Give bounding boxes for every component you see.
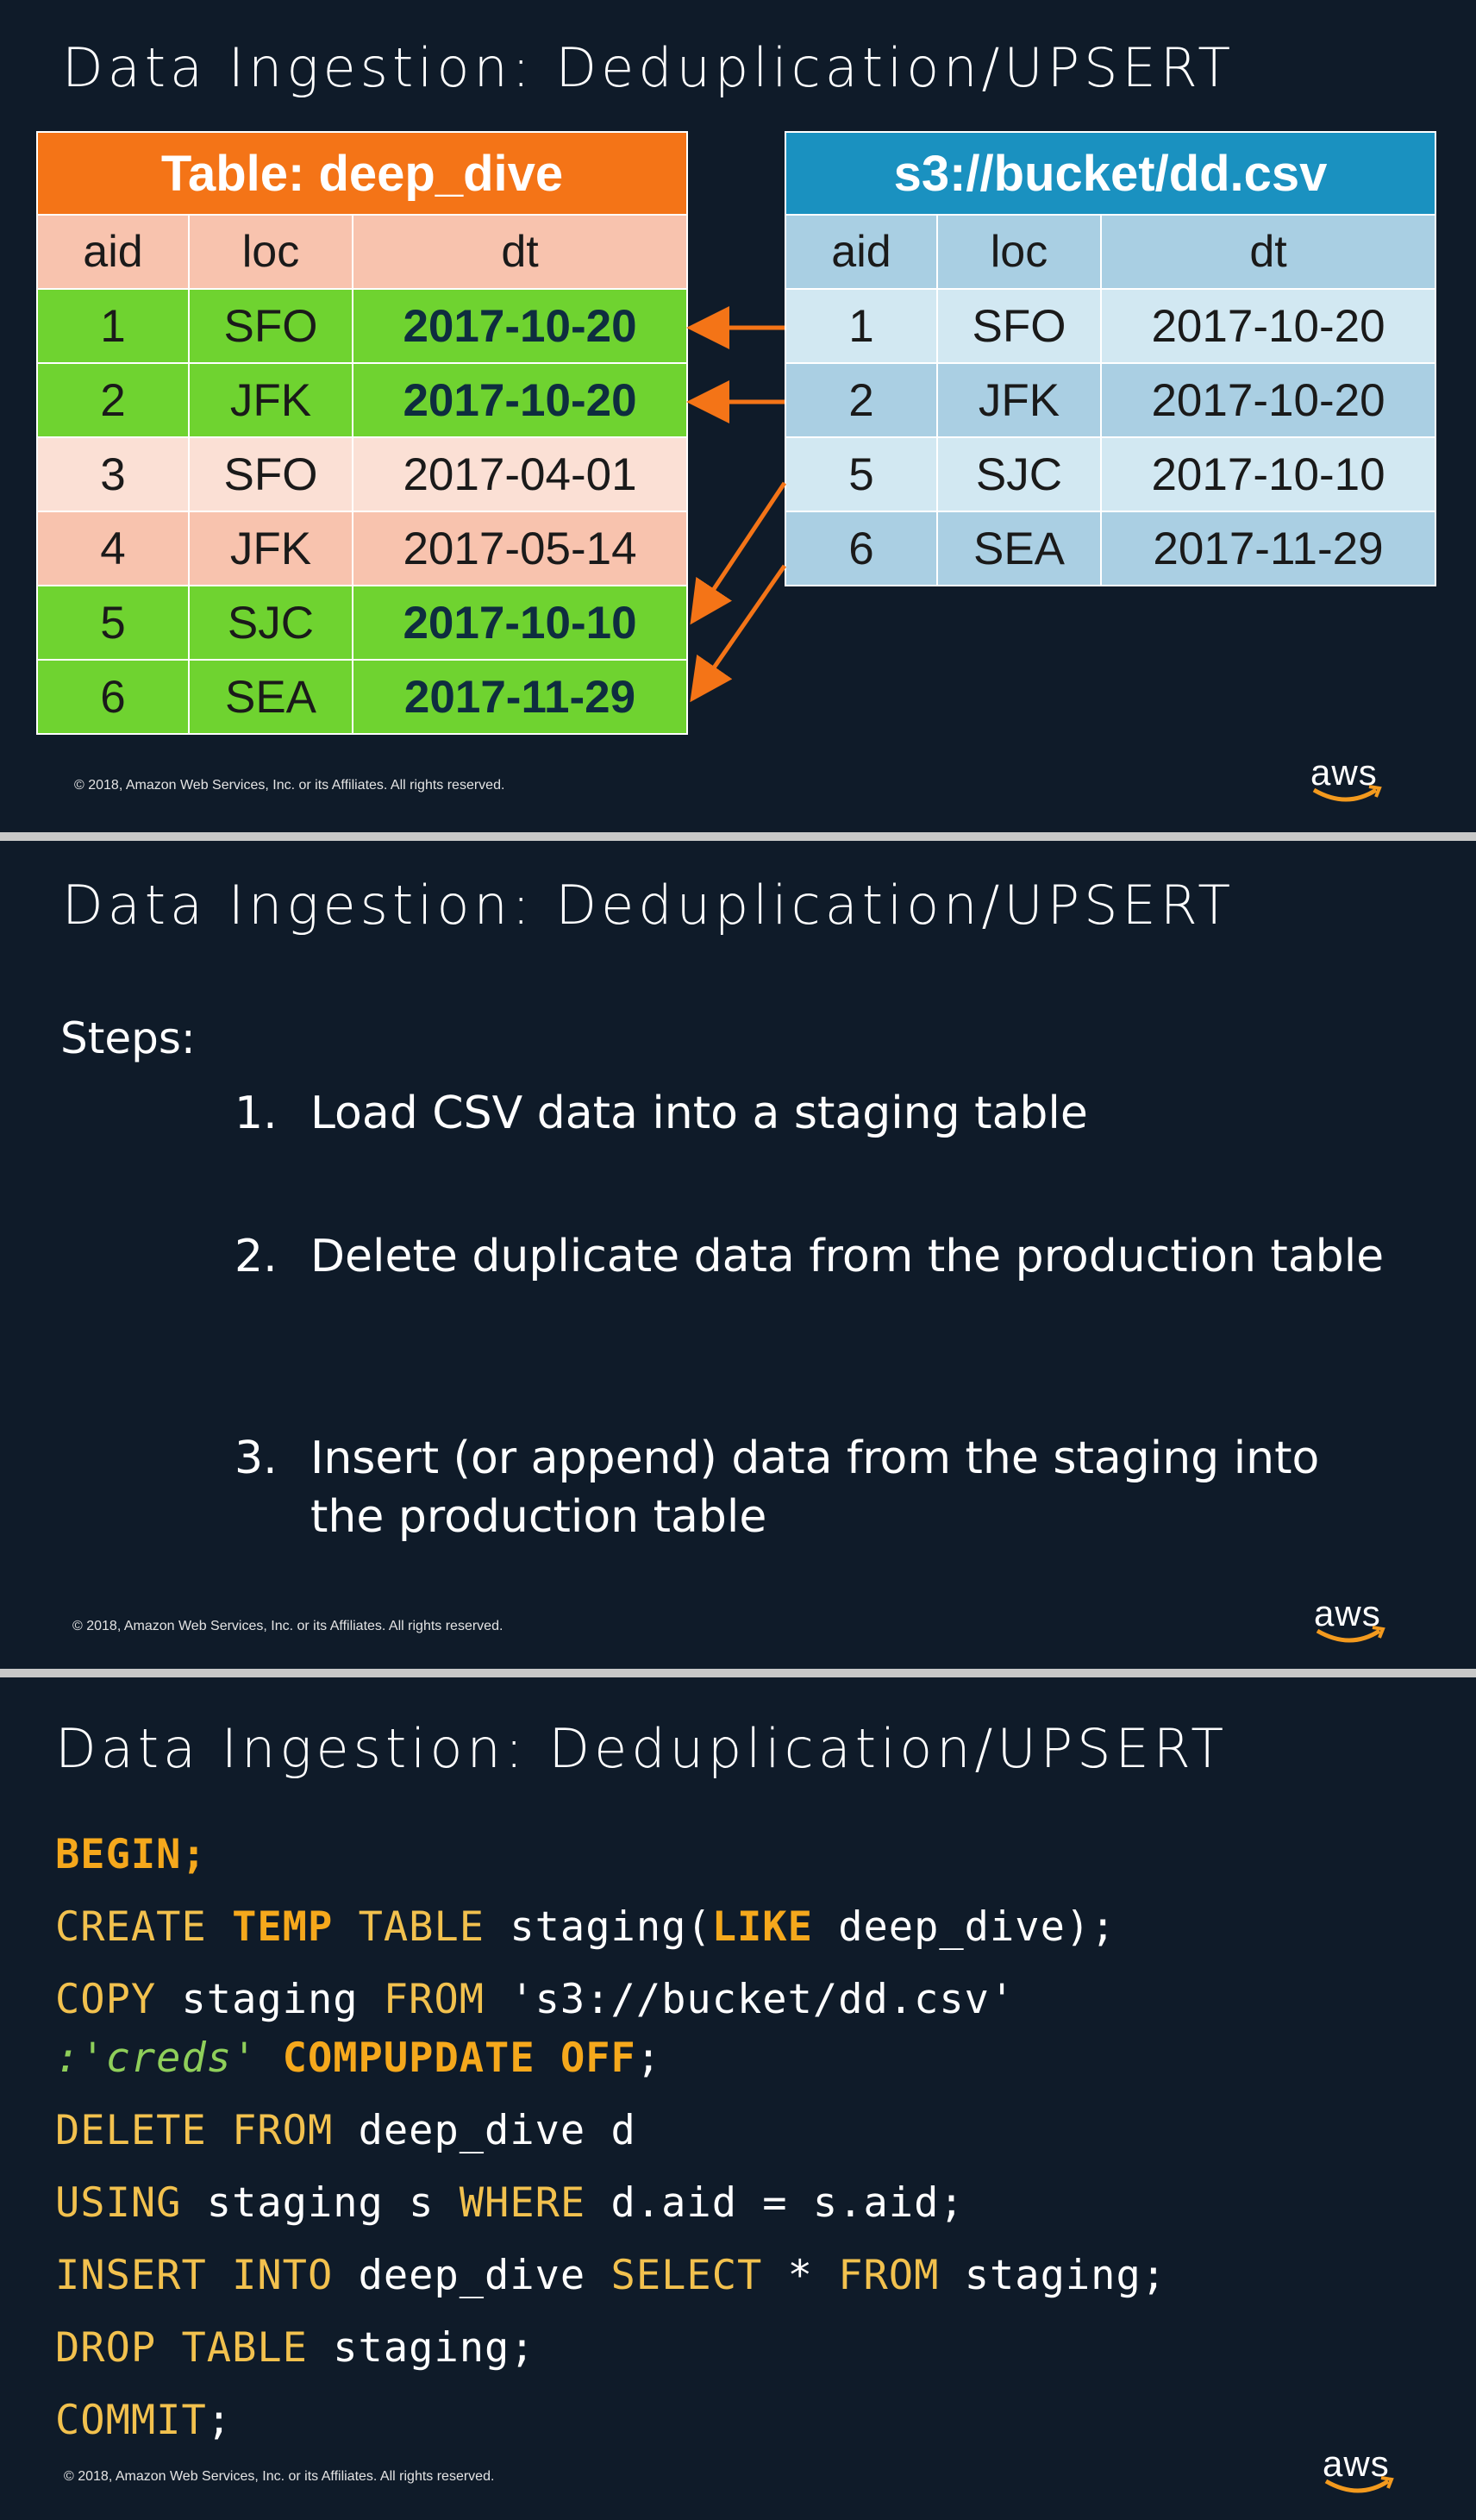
- aws-logo: aws: [1305, 1593, 1392, 1653]
- aws-smile-icon: [1324, 2476, 1394, 2493]
- code-line-5: DELETE FROM deep_dive d: [55, 2107, 636, 2154]
- steps-label: Steps:: [60, 1013, 196, 1063]
- code-line-6: USING staging s WHERE d.aid = s.aid;: [55, 2179, 965, 2227]
- code-line-8: DROP TABLE staging;: [55, 2324, 535, 2372]
- step-number: 1.: [235, 1088, 278, 1139]
- aws-smile-icon: [1316, 1626, 1385, 1643]
- code-line-1: BEGIN;: [55, 1831, 207, 1878]
- aws-logo: aws: [1314, 2443, 1400, 2504]
- step-text: Insert (or append) data from the staging…: [310, 1432, 1320, 1543]
- step-number: 2.: [235, 1231, 278, 1282]
- code-line-9: COMMIT;: [55, 2397, 233, 2444]
- step-number: 3.: [235, 1432, 278, 1484]
- code-line-3: COPY staging FROM 's3://bucket/dd.csv': [55, 1976, 1016, 2023]
- copyright-footer: © 2018, Amazon Web Services, Inc. or its…: [72, 1619, 503, 1633]
- slide-upsert-sql: Data Ingestion: Deduplication/UPSERT BEG…: [0, 1677, 1476, 2520]
- aws-logo: aws: [1302, 752, 1388, 812]
- slide-upsert-steps: Data Ingestion: Deduplication/UPSERT Ste…: [0, 841, 1476, 1669]
- slide-title: Data Ingestion: Deduplication/UPSERT: [62, 874, 1235, 937]
- aws-smile-icon: [1312, 785, 1382, 802]
- copyright-footer: © 2018, Amazon Web Services, Inc. or its…: [64, 2469, 495, 2484]
- slide-upsert-tables: Data Ingestion: Deduplication/UPSERT Tab…: [0, 0, 1476, 832]
- arrow-row-5: [690, 481, 787, 625]
- copyright-footer: © 2018, Amazon Web Services, Inc. or its…: [74, 778, 505, 793]
- code-line-4: :'creds' COMPUPDATE OFF;: [55, 2034, 662, 2082]
- arrow-row-6: [690, 564, 787, 703]
- slide-title: Data Ingestion: Deduplication/UPSERT: [55, 1717, 1229, 1780]
- step-text: Delete duplicate data from the productio…: [310, 1231, 1385, 1282]
- upsert-arrows: [686, 306, 787, 703]
- step-text: Load CSV data into a staging table: [310, 1088, 1088, 1139]
- code-line-2: CREATE TEMP TABLE staging(LIKE deep_dive…: [55, 1903, 1116, 1951]
- code-line-7: INSERT INTO deep_dive SELECT * FROM stag…: [55, 2252, 1167, 2299]
